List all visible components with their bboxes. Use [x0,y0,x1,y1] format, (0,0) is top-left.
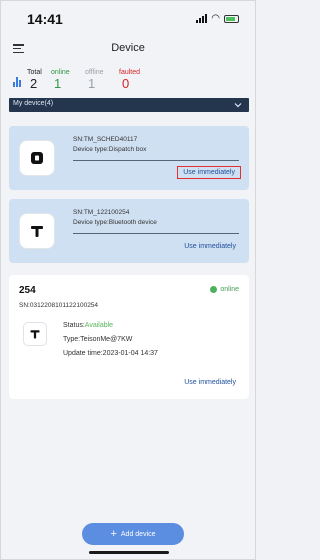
online-dot-icon [210,286,218,293]
device-card-dispatch[interactable]: SN:TM_SCHED40117 Device type:Dispatch bo… [9,126,249,190]
signal-icon [196,14,208,23]
device-detail-card: 254 online SN:0312208101122100254 Status… [9,275,249,399]
type-row: Type:TeisonMe@7KW [63,336,133,343]
use-immediately-button[interactable]: Use immediately [181,241,239,252]
device-sn: SN:TM_122100254 [73,209,130,216]
my-device-dropdown[interactable]: My device(4) [9,98,249,112]
divider [73,160,239,161]
stat-offline: offline 1 [85,69,104,91]
bluetooth-device-icon [19,213,55,249]
wifi-icon: ◠ [211,13,220,24]
app-screen: 14:41 ◠ Device Total 2 online 1 offline … [0,0,256,560]
device-type: Device type:Bluetooth device [73,219,157,226]
stat-faulted-value: 0 [122,76,130,91]
status-time: 14:41 [27,11,63,27]
home-indicator[interactable] [89,551,169,554]
status-label: Status: [63,322,85,329]
header: Device [1,39,255,61]
stat-faulted: faulted 0 [119,69,140,91]
device-card-bluetooth[interactable]: SN:TM_122100254 Device type:Bluetooth de… [9,199,249,263]
stat-offline-value: 1 [88,76,96,91]
add-device-label: Add device [120,530,156,538]
status-value: Available [84,322,114,329]
divider [73,233,239,234]
status-row: Status:Available [63,322,113,329]
chevron-down-icon [234,103,242,108]
charger-icon [23,322,47,346]
status-badge: online [210,286,239,293]
my-device-label: My device(4) [13,100,54,107]
add-device-button[interactable]: + Add device [82,523,184,545]
status-bar: 14:41 ◠ [1,1,255,35]
device-type: Device type:Dispatch box [73,146,147,153]
stat-total-value: 2 [30,76,38,91]
bar-chart-icon [13,77,21,87]
stat-online-value: 1 [54,76,62,91]
stat-total: Total 2 [27,69,42,91]
use-immediately-button[interactable]: Use immediately [181,377,239,388]
dispatch-box-icon [19,140,55,176]
plus-icon: + [110,528,117,540]
system-icons: ◠ [196,13,239,24]
device-stats: Total 2 online 1 offline 1 faulted 0 [11,69,247,95]
update-time-row: Update time:2023-01-04 14:37 [63,350,158,357]
use-immediately-button[interactable]: Use immediately [177,166,241,179]
device-name: 254 [19,285,36,296]
device-sn: SN:0312208101122100254 [19,302,99,309]
page-title: Device [111,42,145,54]
device-sn: SN:TM_SCHED40117 [73,136,138,143]
stat-online: online 1 [51,69,70,91]
status-badge-label: online [220,286,239,293]
battery-icon [224,14,239,23]
